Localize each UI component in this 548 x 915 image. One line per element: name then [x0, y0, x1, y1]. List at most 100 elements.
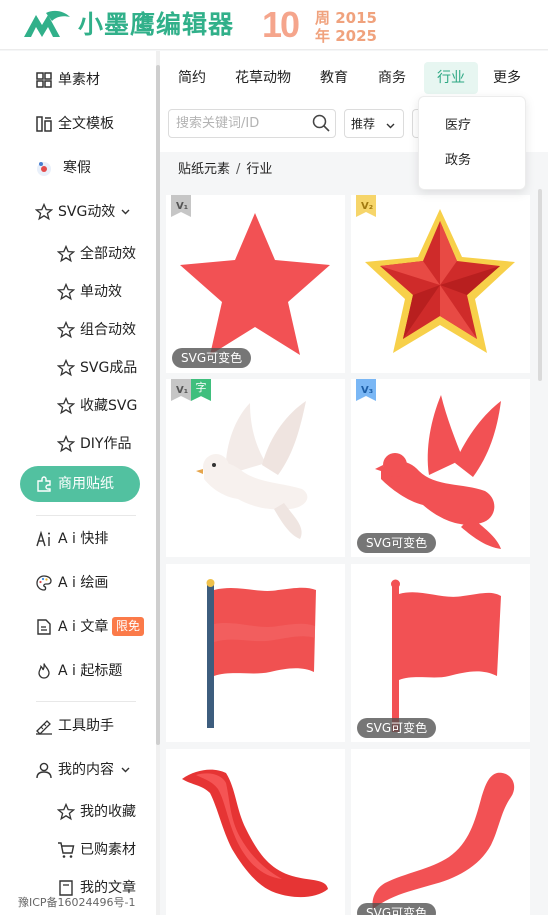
sidebar-item-svg-finished[interactable]: SVG成品: [0, 349, 156, 387]
sidebar-item-label: 收藏SVG: [80, 398, 138, 414]
sidebar-item-label: DIY作品: [80, 436, 132, 452]
dropdown-item-government[interactable]: 政务: [445, 152, 471, 170]
red-star-sticker: [180, 213, 330, 355]
sidebar-item-label: 商用贴纸: [58, 476, 114, 492]
sidebar-item-my-favorites[interactable]: 我的收藏: [0, 793, 156, 831]
sidebar-item-label: A i 绘画: [58, 575, 109, 591]
top-header: 小墨鹰编辑器 10 周 2015 年 2025: [0, 0, 548, 50]
sidebar-item-label: 工具助手: [58, 718, 114, 734]
version-tag-icon: V₁: [171, 379, 191, 401]
document-icon: [59, 880, 73, 896]
sticker-card-red-ribbon[interactable]: [166, 749, 345, 915]
flame-icon: [38, 663, 50, 679]
chevron-down-icon: [121, 767, 130, 773]
star-outline-icon: [57, 435, 75, 453]
chevron-down-icon: [121, 209, 130, 215]
tab-business[interactable]: 商务: [378, 62, 406, 94]
sticker-card-red-flag-pole[interactable]: [166, 564, 345, 742]
sidebar: 单素材 全文模板 寒假 SVG动效 全部动效 单动效 组合动效 SVG成品 收藏…: [0, 51, 160, 915]
tab-flowers-animals[interactable]: 花草动物: [235, 62, 291, 94]
sidebar-item-svg-effects[interactable]: SVG动效: [0, 193, 156, 231]
sidebar-item-label: 全部动效: [80, 246, 136, 262]
svg-text:V₂: V₂: [361, 201, 373, 212]
sticker-card-flat-red-flag[interactable]: SVG可变色: [351, 564, 530, 742]
sidebar-item-label: A i 文章: [58, 619, 109, 635]
sticker-card-gold-star[interactable]: V₂: [351, 195, 530, 373]
dropdown-item-medical[interactable]: 医疗: [445, 117, 471, 135]
sticker-card-red-dove[interactable]: V₃ SVG可变色: [351, 379, 530, 557]
icp-record[interactable]: 豫ICP备16024496号-1: [18, 896, 136, 910]
sidebar-item-label: 我的收藏: [80, 804, 136, 820]
more-dropdown-menu: 医疗 政务: [418, 96, 526, 190]
sidebar-item-ai-title[interactable]: A i 起标题: [0, 652, 156, 690]
sidebar-item-full-template[interactable]: 全文模板: [0, 105, 156, 143]
sidebar-item-purchased[interactable]: 已购素材: [0, 831, 156, 869]
sidebar-item-all-effects[interactable]: 全部动效: [0, 235, 156, 273]
version-tag-icon: V₃: [356, 379, 376, 401]
anniversary-line-1: 周 2015: [315, 9, 377, 27]
search-icon[interactable]: [312, 114, 330, 132]
sticker-card-flat-red-ribbon[interactable]: SVG可变色: [351, 749, 530, 915]
svg-recolor-badge: SVG可变色: [357, 718, 437, 738]
search-input[interactable]: 搜索关键词/ID: [168, 109, 336, 138]
sort-select[interactable]: 推荐: [344, 109, 404, 138]
flat-red-flag-sticker: [391, 579, 501, 732]
sidebar-item-my-content[interactable]: 我的内容: [0, 751, 156, 789]
sidebar-item-ai-drawing[interactable]: A i 绘画: [0, 564, 156, 602]
white-dove-sticker: [196, 401, 308, 539]
star-outline-icon: [35, 203, 53, 221]
red-dove-sticker: [375, 395, 501, 549]
sidebar-item-label: 寒假: [63, 160, 91, 176]
sidebar-item-single-material[interactable]: 单素材: [0, 61, 156, 99]
star-outline-icon: [57, 803, 75, 821]
gold-star-sticker: [365, 209, 515, 353]
ai-icon: [36, 530, 50, 547]
star-outline-icon: [57, 283, 75, 301]
breadcrumb-separator: /: [236, 162, 241, 177]
breadcrumb: 贴纸元素 / 行业: [178, 161, 272, 179]
tab-simple[interactable]: 简约: [178, 62, 206, 94]
anniversary-badge: 10 周 2015 年 2025: [262, 4, 382, 46]
sidebar-item-label: A i 起标题: [58, 663, 123, 679]
puzzle-icon: [37, 476, 51, 492]
sidebar-item-label: 全文模板: [58, 116, 114, 132]
svg-text:V₁: V₁: [176, 201, 188, 212]
breadcrumb-item-industry: 行业: [246, 162, 273, 177]
tools-icon: [36, 720, 52, 735]
document-icon: [37, 619, 51, 635]
sticker-card-white-dove[interactable]: V₁ 字: [166, 379, 345, 557]
sidebar-item-diy-works[interactable]: DIY作品: [0, 425, 156, 463]
sidebar-item-tool-assistant[interactable]: 工具助手: [0, 707, 156, 745]
grid-scrollbar[interactable]: [538, 189, 542, 381]
grid-icon: [36, 72, 52, 88]
eagle-logo-icon[interactable]: [22, 9, 72, 41]
anniversary-number: 10: [262, 4, 300, 45]
star-outline-icon: [57, 245, 75, 263]
sidebar-item-single-effect[interactable]: 单动效: [0, 273, 156, 311]
sidebar-divider: [36, 701, 136, 702]
version-tag-icon: V₂: [356, 195, 376, 217]
user-icon: [36, 762, 52, 779]
sidebar-item-label: 已购素材: [80, 842, 136, 858]
logo-wordmark[interactable]: 小墨鹰编辑器: [78, 8, 234, 42]
svg-text:V₃: V₃: [361, 385, 373, 396]
sidebar-item-combo-effects[interactable]: 组合动效: [0, 311, 156, 349]
red-ribbon-sticker: [182, 769, 328, 898]
main-content: 简约 花草动物 教育 商务 行业 更多 搜索关键词/ID 推荐 贴纸元素 / 行业 …: [160, 51, 548, 915]
sidebar-item-saved-svg[interactable]: 收藏SVG: [0, 387, 156, 425]
star-outline-icon: [57, 359, 75, 377]
sidebar-item-ai-article[interactable]: A i 文章 限免: [0, 608, 156, 646]
svg-recolor-badge: SVG可变色: [357, 903, 437, 915]
sticker-card-red-star[interactable]: V₁ SVG可变色: [166, 195, 345, 373]
tab-industry[interactable]: 行业: [424, 62, 478, 94]
breadcrumb-item-stickers[interactable]: 贴纸元素: [178, 162, 230, 177]
tab-education[interactable]: 教育: [320, 62, 348, 94]
svg-recolor-badge: SVG可变色: [172, 348, 252, 368]
sidebar-item-label: 单素材: [58, 72, 100, 88]
holiday-icon: [37, 162, 51, 176]
star-outline-icon: [57, 321, 75, 339]
sidebar-item-ai-layout[interactable]: A i 快排: [0, 520, 156, 558]
sidebar-item-commercial-stickers[interactable]: 商用贴纸: [0, 465, 156, 503]
sidebar-item-winter-holiday[interactable]: 寒假: [0, 149, 156, 187]
tab-more[interactable]: 更多: [493, 62, 521, 94]
